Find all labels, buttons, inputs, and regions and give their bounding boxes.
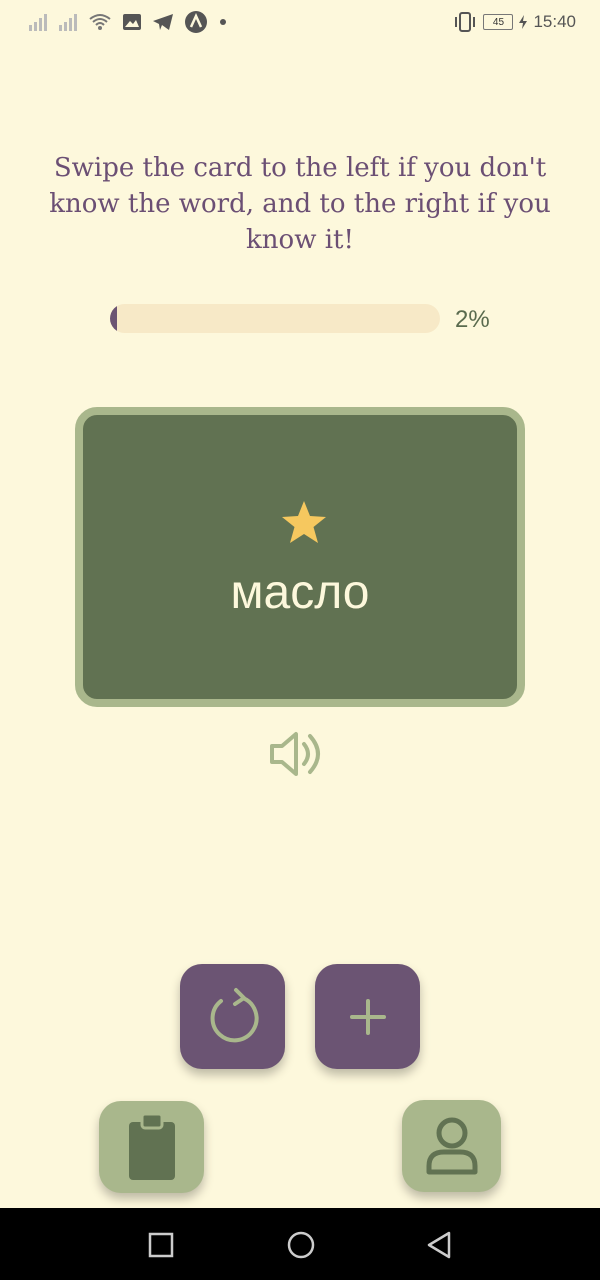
clipboard-icon [128, 1112, 175, 1180]
charging-icon [519, 15, 528, 29]
speaker-icon[interactable] [268, 730, 332, 778]
instructions-text: Swipe the card to the left if you don't … [49, 153, 551, 255]
refresh-icon [210, 987, 259, 1042]
status-icons-left [28, 10, 228, 34]
signal-icon [59, 14, 77, 31]
profile-button[interactable] [402, 1100, 501, 1192]
image-icon [123, 14, 141, 30]
status-icons-right: 45 15:40 [453, 10, 576, 34]
plus-icon [349, 998, 386, 1035]
card-word: масло [230, 566, 370, 619]
dot-icon [220, 19, 226, 25]
restart-button[interactable] [180, 964, 285, 1069]
signal-icon [29, 14, 47, 31]
battery-level: 45 [492, 16, 505, 28]
system-nav-bar [0, 1208, 600, 1280]
app-icon [185, 11, 207, 33]
star-icon[interactable] [280, 499, 328, 547]
clock: 15:40 [533, 12, 576, 31]
wifi-icon [89, 14, 111, 30]
word-list-button[interactable] [99, 1101, 204, 1193]
progress-bar [110, 304, 440, 333]
progress-fill [110, 304, 117, 333]
progress-label: 2% [455, 306, 490, 333]
status-bar: 45 15:40 [0, 0, 600, 44]
vibrate-icon [455, 12, 476, 32]
battery-icon: 45 [483, 14, 514, 30]
add-button[interactable] [315, 964, 420, 1069]
back-triangle-icon[interactable] [425, 1230, 453, 1260]
user-icon [426, 1117, 477, 1175]
square-icon[interactable] [148, 1232, 174, 1258]
flashcard[interactable]: масло [75, 407, 525, 707]
telegram-icon [153, 14, 173, 30]
circle-icon[interactable] [286, 1230, 316, 1260]
